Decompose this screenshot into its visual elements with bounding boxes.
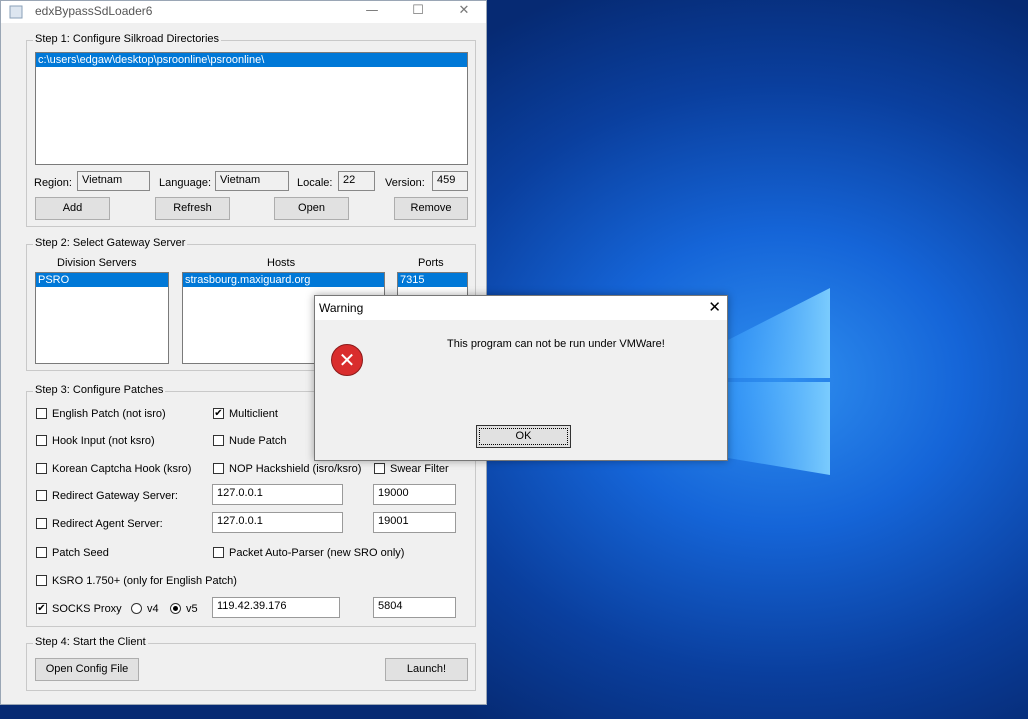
open-config-button[interactable]: Open Config File	[35, 658, 139, 681]
dialog-title: Warning	[319, 301, 364, 315]
agent-port-input[interactable]: 19001	[373, 512, 456, 533]
launch-button[interactable]: Launch!	[385, 658, 468, 681]
ksro-label: KSRO 1.750+ (only for English Patch)	[52, 575, 237, 587]
socks-v5-label: v5	[186, 603, 198, 615]
warning-dialog: Warning ✕ ✕ This program can not be run …	[314, 295, 728, 461]
nude-patch-checkbox[interactable]	[213, 435, 224, 446]
dialog-message: This program can not be run under VMWare…	[447, 338, 665, 350]
step4-legend: Step 4: Start the Client	[33, 636, 148, 648]
ports-header: Ports	[418, 257, 444, 269]
remove-button[interactable]: Remove	[394, 197, 468, 220]
packet-parser-label: Packet Auto-Parser (new SRO only)	[229, 547, 405, 559]
close-button[interactable]: ✕	[441, 1, 487, 23]
directory-list[interactable]: c:\users\edgaw\desktop\psroonline\psroon…	[35, 52, 468, 165]
title-bar[interactable]: edxBypassSdLoader6 — ☐ ✕	[1, 1, 486, 23]
dialog-title-bar[interactable]: Warning ✕	[315, 296, 727, 320]
gateway-port-input[interactable]: 19000	[373, 484, 456, 505]
refresh-button[interactable]: Refresh	[155, 197, 230, 220]
app-icon	[9, 5, 23, 19]
error-icon: ✕	[331, 344, 363, 376]
step2-legend: Step 2: Select Gateway Server	[33, 237, 188, 249]
division-servers-header: Division Servers	[57, 257, 137, 269]
redirect-gateway-checkbox[interactable]	[36, 490, 47, 501]
region-field: Vietnam	[77, 171, 150, 191]
step1-legend: Step 1: Configure Silkroad Directories	[33, 33, 222, 45]
hook-input-checkbox[interactable]	[36, 435, 47, 446]
patch-seed-checkbox[interactable]	[36, 547, 47, 558]
redirect-agent-label: Redirect Agent Server:	[52, 518, 163, 530]
dialog-close-button[interactable]: ✕	[708, 299, 721, 315]
agent-ip-input[interactable]: 127.0.0.1	[212, 512, 343, 533]
directory-item[interactable]: c:\users\edgaw\desktop\psroonline\psroon…	[36, 53, 467, 67]
proxy-ip-input[interactable]: 119.42.39.176	[212, 597, 340, 618]
host-item[interactable]: strasbourg.maxiguard.org	[183, 273, 384, 287]
redirect-gateway-label: Redirect Gateway Server:	[52, 490, 178, 502]
locale-label: Locale:	[297, 177, 333, 189]
multiclient-checkbox[interactable]: ✔	[213, 408, 224, 419]
swear-filter-checkbox[interactable]	[374, 463, 385, 474]
version-label: Version:	[385, 177, 425, 189]
step3-legend: Step 3: Configure Patches	[33, 384, 166, 396]
proxy-port-input[interactable]: 5804	[373, 597, 456, 618]
socks-proxy-checkbox[interactable]: ✔	[36, 603, 47, 614]
english-patch-label: English Patch (not isro)	[52, 408, 166, 420]
division-list[interactable]: PSRO	[35, 272, 169, 364]
korean-captcha-checkbox[interactable]	[36, 463, 47, 474]
language-field: Vietnam	[215, 171, 289, 191]
nude-patch-label: Nude Patch	[229, 435, 287, 447]
ksro-checkbox[interactable]	[36, 575, 47, 586]
maximize-button[interactable]: ☐	[395, 1, 441, 23]
nop-hackshield-checkbox[interactable]	[213, 463, 224, 474]
swear-filter-label: Swear Filter	[390, 463, 449, 475]
add-button[interactable]: Add	[35, 197, 110, 220]
korean-captcha-label: Korean Captcha Hook (ksro)	[52, 463, 192, 475]
socks-v5-radio[interactable]	[170, 603, 181, 614]
hosts-header: Hosts	[267, 257, 296, 269]
socks-v4-label: v4	[147, 603, 159, 615]
redirect-agent-checkbox[interactable]	[36, 518, 47, 529]
patch-seed-label: Patch Seed	[52, 547, 109, 559]
open-button[interactable]: Open	[274, 197, 349, 220]
window-title: edxBypassSdLoader6	[35, 4, 153, 18]
ok-button[interactable]: OK	[476, 425, 571, 448]
socks-v4-radio[interactable]	[131, 603, 142, 614]
ok-button-label: OK	[479, 428, 568, 445]
division-item[interactable]: PSRO	[36, 273, 168, 287]
english-patch-checkbox[interactable]	[36, 408, 47, 419]
packet-parser-checkbox[interactable]	[213, 547, 224, 558]
hook-input-label: Hook Input (not ksro)	[52, 435, 155, 447]
minimize-button[interactable]: —	[349, 1, 395, 23]
language-label: Language:	[159, 177, 211, 189]
gateway-ip-input[interactable]: 127.0.0.1	[212, 484, 343, 505]
locale-field: 22	[338, 171, 375, 191]
nop-hackshield-label: NOP Hackshield (isro/ksro)	[229, 463, 362, 475]
region-label: Region:	[34, 177, 72, 189]
socks-proxy-label: SOCKS Proxy	[52, 603, 122, 615]
port-item[interactable]: 7315	[398, 273, 467, 287]
version-field: 459	[432, 171, 468, 191]
multiclient-label: Multiclient	[229, 408, 278, 420]
